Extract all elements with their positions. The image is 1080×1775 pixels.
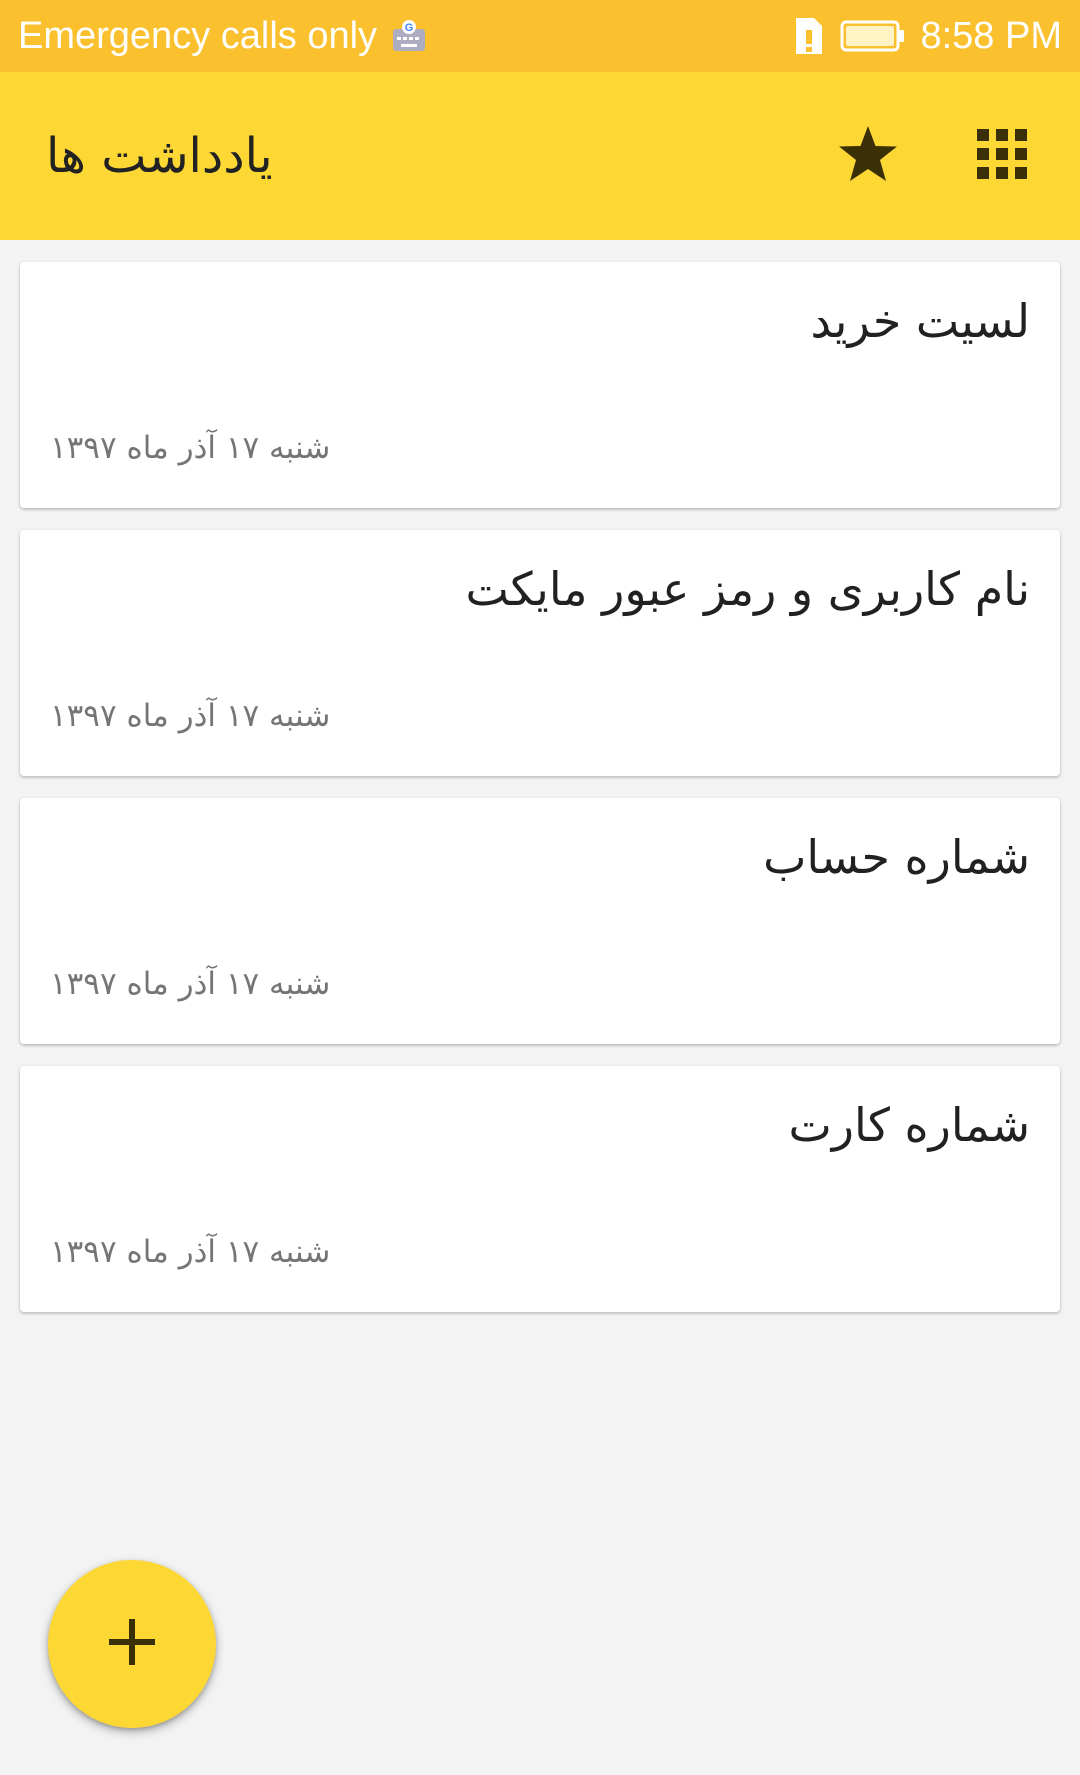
note-title: لسیت خرید bbox=[810, 294, 1031, 348]
note-date: شنبه ۱۷ آذر ماه ۱۳۹۷ bbox=[50, 966, 331, 1002]
status-bar: Emergency calls only G 8:58 PM bbox=[0, 0, 1080, 72]
keyboard-google-icon: G bbox=[391, 19, 427, 53]
note-card[interactable]: شماره کارت شنبه ۱۷ آذر ماه ۱۳۹۷ bbox=[20, 1066, 1060, 1312]
svg-text:G: G bbox=[405, 22, 414, 34]
note-date: شنبه ۱۷ آذر ماه ۱۳۹۷ bbox=[50, 430, 331, 466]
grid-menu-button[interactable] bbox=[964, 118, 1040, 194]
carrier-text: Emergency calls only bbox=[18, 14, 378, 57]
app-bar: یادداشت ها bbox=[0, 72, 1080, 240]
note-date: شنبه ۱۷ آذر ماه ۱۳۹۷ bbox=[50, 1234, 331, 1270]
sim-alert-icon bbox=[792, 16, 826, 56]
note-card[interactable]: شماره حساب شنبه ۱۷ آذر ماه ۱۳۹۷ bbox=[20, 798, 1060, 1044]
clock: 8:58 PM bbox=[920, 14, 1062, 57]
favorites-button[interactable] bbox=[830, 118, 906, 194]
plus-icon bbox=[109, 1619, 155, 1669]
app-bar-actions bbox=[830, 118, 1040, 194]
page-title: یادداشت ها bbox=[46, 128, 273, 184]
note-card[interactable]: نام کاربری و رمز عبور مایکت شنبه ۱۷ آذر … bbox=[20, 530, 1060, 776]
note-card[interactable]: لسیت خرید شنبه ۱۷ آذر ماه ۱۳۹۷ bbox=[20, 262, 1060, 508]
note-title: نام کاربری و رمز عبور مایکت bbox=[465, 562, 1030, 616]
grid-menu-icon bbox=[977, 129, 1027, 183]
star-icon bbox=[837, 124, 899, 188]
notes-list: لسیت خرید شنبه ۱۷ آذر ماه ۱۳۹۷ نام کاربر… bbox=[20, 262, 1060, 1334]
battery-icon bbox=[840, 19, 906, 53]
note-date: شنبه ۱۷ آذر ماه ۱۳۹۷ bbox=[50, 698, 331, 734]
note-title: شماره کارت bbox=[788, 1098, 1030, 1152]
status-right: 8:58 PM bbox=[792, 15, 1062, 58]
add-note-button[interactable] bbox=[48, 1560, 216, 1728]
note-title: شماره حساب bbox=[763, 830, 1030, 884]
status-left: Emergency calls only G bbox=[18, 15, 427, 58]
